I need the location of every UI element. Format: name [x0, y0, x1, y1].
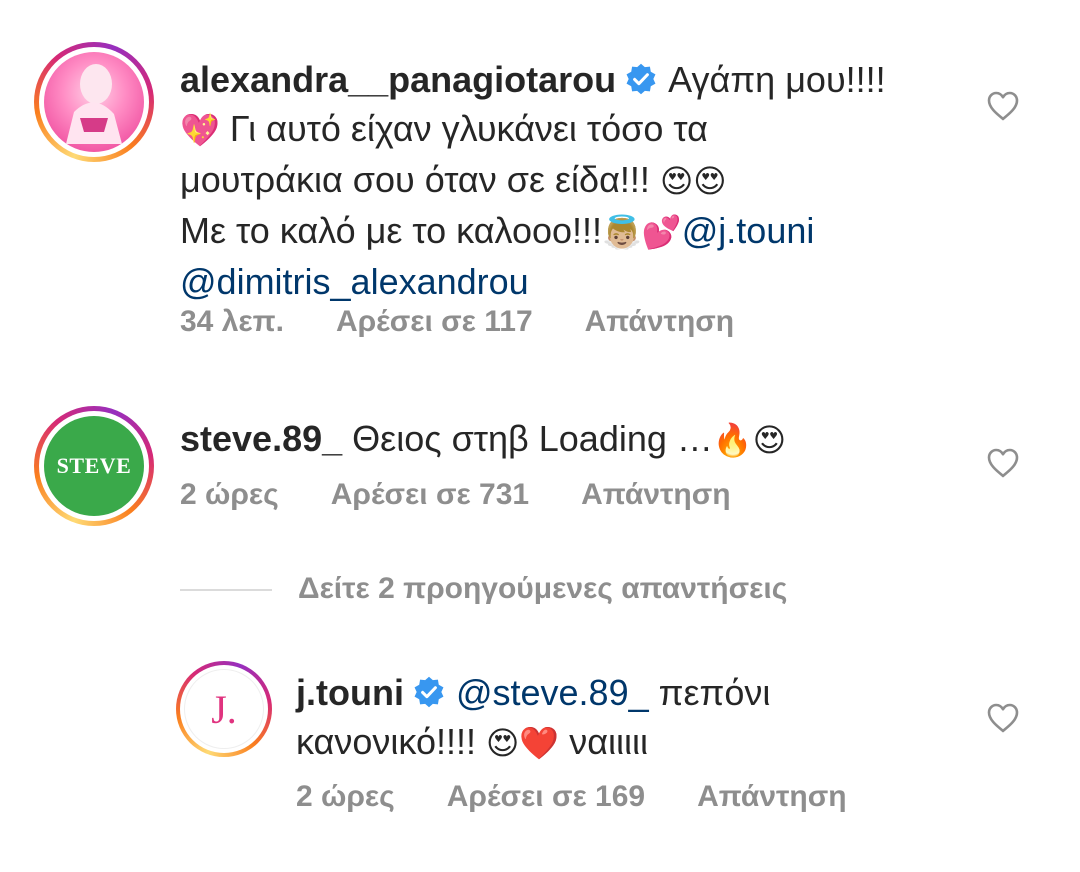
- mention-link[interactable]: @steve.89_: [456, 672, 649, 713]
- avatar-text: J.: [211, 686, 237, 732]
- mention-link[interactable]: @dimitris_alexandrou: [180, 261, 529, 302]
- view-replies-label: Δείτε 2 προηγούμενες απαντήσεις: [298, 572, 788, 605]
- comment-meta: 2 ώρες Αρέσει σε 731 Απάντηση: [180, 478, 783, 512]
- likes-count[interactable]: Αρέσει σε 117: [336, 305, 533, 338]
- avatar: STEVE: [44, 416, 144, 516]
- username[interactable]: alexandra__panagiotarou: [180, 59, 616, 100]
- heart-eyes-red-heart-emoji: 😍❤️: [486, 724, 560, 762]
- avatar: J.: [184, 669, 264, 749]
- comment-text: Αγάπη μου!!!!: [668, 59, 886, 100]
- comment-body: steve.89_ Θειος στηβ Loading …🔥😍: [180, 414, 940, 465]
- comment-text: ναιιιιι: [569, 721, 649, 762]
- avatar-text: STEVE: [56, 453, 132, 478]
- fire-heart-eyes-emoji: 🔥😍: [712, 421, 787, 459]
- story-ring[interactable]: J.: [176, 661, 272, 757]
- comment-text: πεπόνι: [658, 672, 771, 713]
- heart-outline-icon[interactable]: [986, 90, 1020, 122]
- verified-badge-icon: [626, 63, 656, 95]
- verified-badge-icon: [414, 676, 444, 708]
- mention-link[interactable]: @j.touni: [682, 210, 815, 251]
- comment-time: 2 ώρες: [296, 780, 395, 813]
- comment-time: 34 λεπ.: [180, 305, 284, 338]
- comment-text: κανονικό!!!!: [296, 721, 476, 762]
- comment-time: 2 ώρες: [180, 478, 279, 511]
- story-ring[interactable]: [34, 42, 154, 162]
- comment-text: μουτράκια σου όταν σε είδα!!!: [180, 159, 650, 200]
- likes-count[interactable]: Αρέσει σε 169: [447, 780, 645, 813]
- reply-button[interactable]: Απάντηση: [697, 780, 847, 813]
- comment-text: Με το καλό με το καλοοο!!!: [180, 210, 603, 251]
- avatar: [44, 52, 144, 152]
- username[interactable]: j.touni: [296, 672, 404, 713]
- heart-outline-icon[interactable]: [986, 702, 1020, 734]
- view-previous-replies[interactable]: Δείτε 2 προηγούμενες απαντήσεις: [180, 572, 787, 606]
- sparkling-heart-emoji: 💖: [180, 111, 220, 149]
- comment-body: j.touni @steve.89_ πεπόνι κανονικό!!!! 😍❤…: [296, 668, 956, 768]
- comment-text: Γι αυτό είχαν γλυκάνει τόσο τα: [229, 108, 708, 149]
- divider-line: [180, 589, 272, 592]
- comment-meta: 2 ώρες Αρέσει σε 169 Απάντηση: [296, 780, 899, 814]
- reply-button[interactable]: Απάντηση: [581, 478, 731, 511]
- story-ring[interactable]: STEVE: [34, 406, 154, 526]
- reply-button[interactable]: Απάντηση: [585, 305, 735, 338]
- username[interactable]: steve.89_: [180, 418, 342, 459]
- heart-outline-icon[interactable]: [986, 447, 1020, 479]
- comment-body: alexandra__panagiotarou Αγάπη μου!!!! 💖 Γ…: [180, 55, 940, 306]
- angel-hearts-emoji: 👼🏼💕: [602, 213, 682, 251]
- comment-text: Θειος στηβ Loading …: [352, 418, 713, 459]
- likes-count[interactable]: Αρέσει σε 731: [331, 478, 529, 511]
- heart-eyes-emoji: 😍😍: [659, 162, 727, 200]
- comment-meta: 34 λεπ. Αρέσει σε 117 Απάντηση: [180, 305, 786, 339]
